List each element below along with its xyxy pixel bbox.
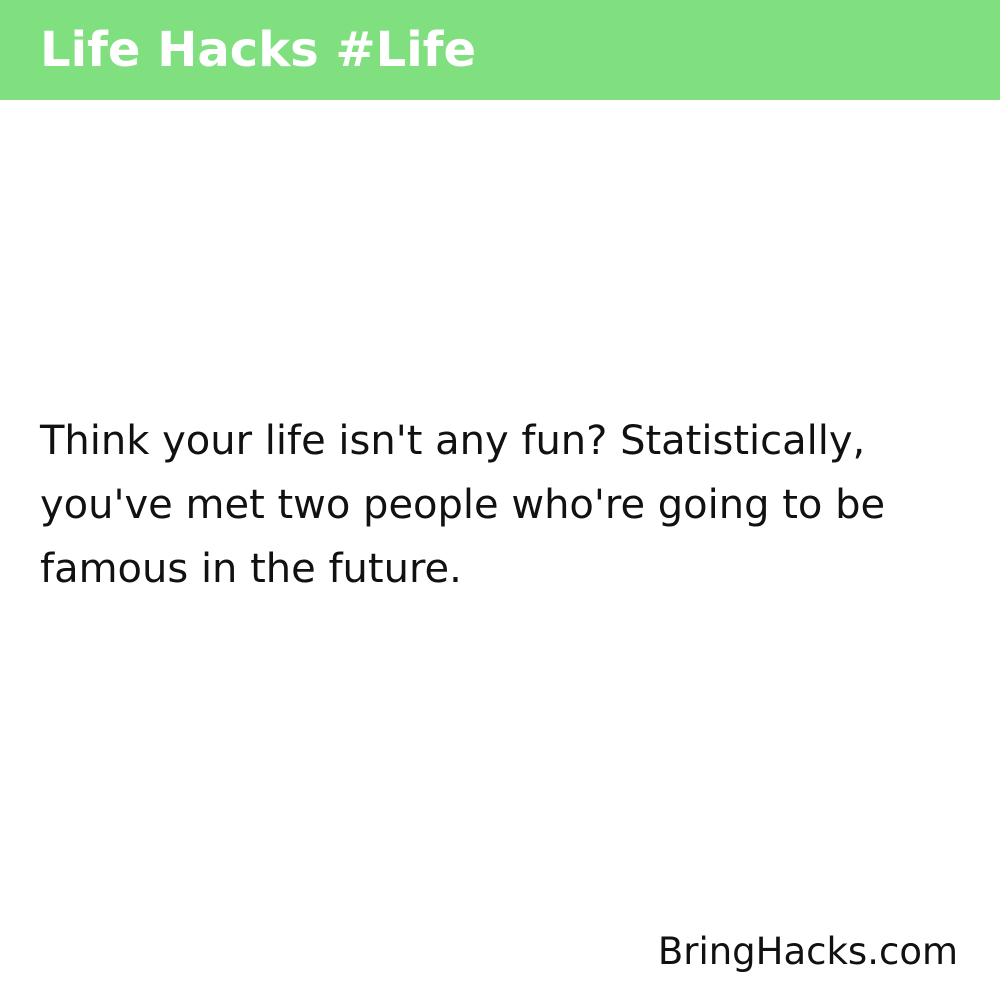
life-hack-card: Life Hacks #Life Think your life isn't a… <box>0 0 1000 1000</box>
page-title: Life Hacks #Life <box>40 22 477 78</box>
header-banner: Life Hacks #Life <box>0 0 1000 100</box>
site-watermark: BringHacks.com <box>657 930 958 973</box>
hack-text: Think your life isn't any fun? Statistic… <box>40 418 886 592</box>
